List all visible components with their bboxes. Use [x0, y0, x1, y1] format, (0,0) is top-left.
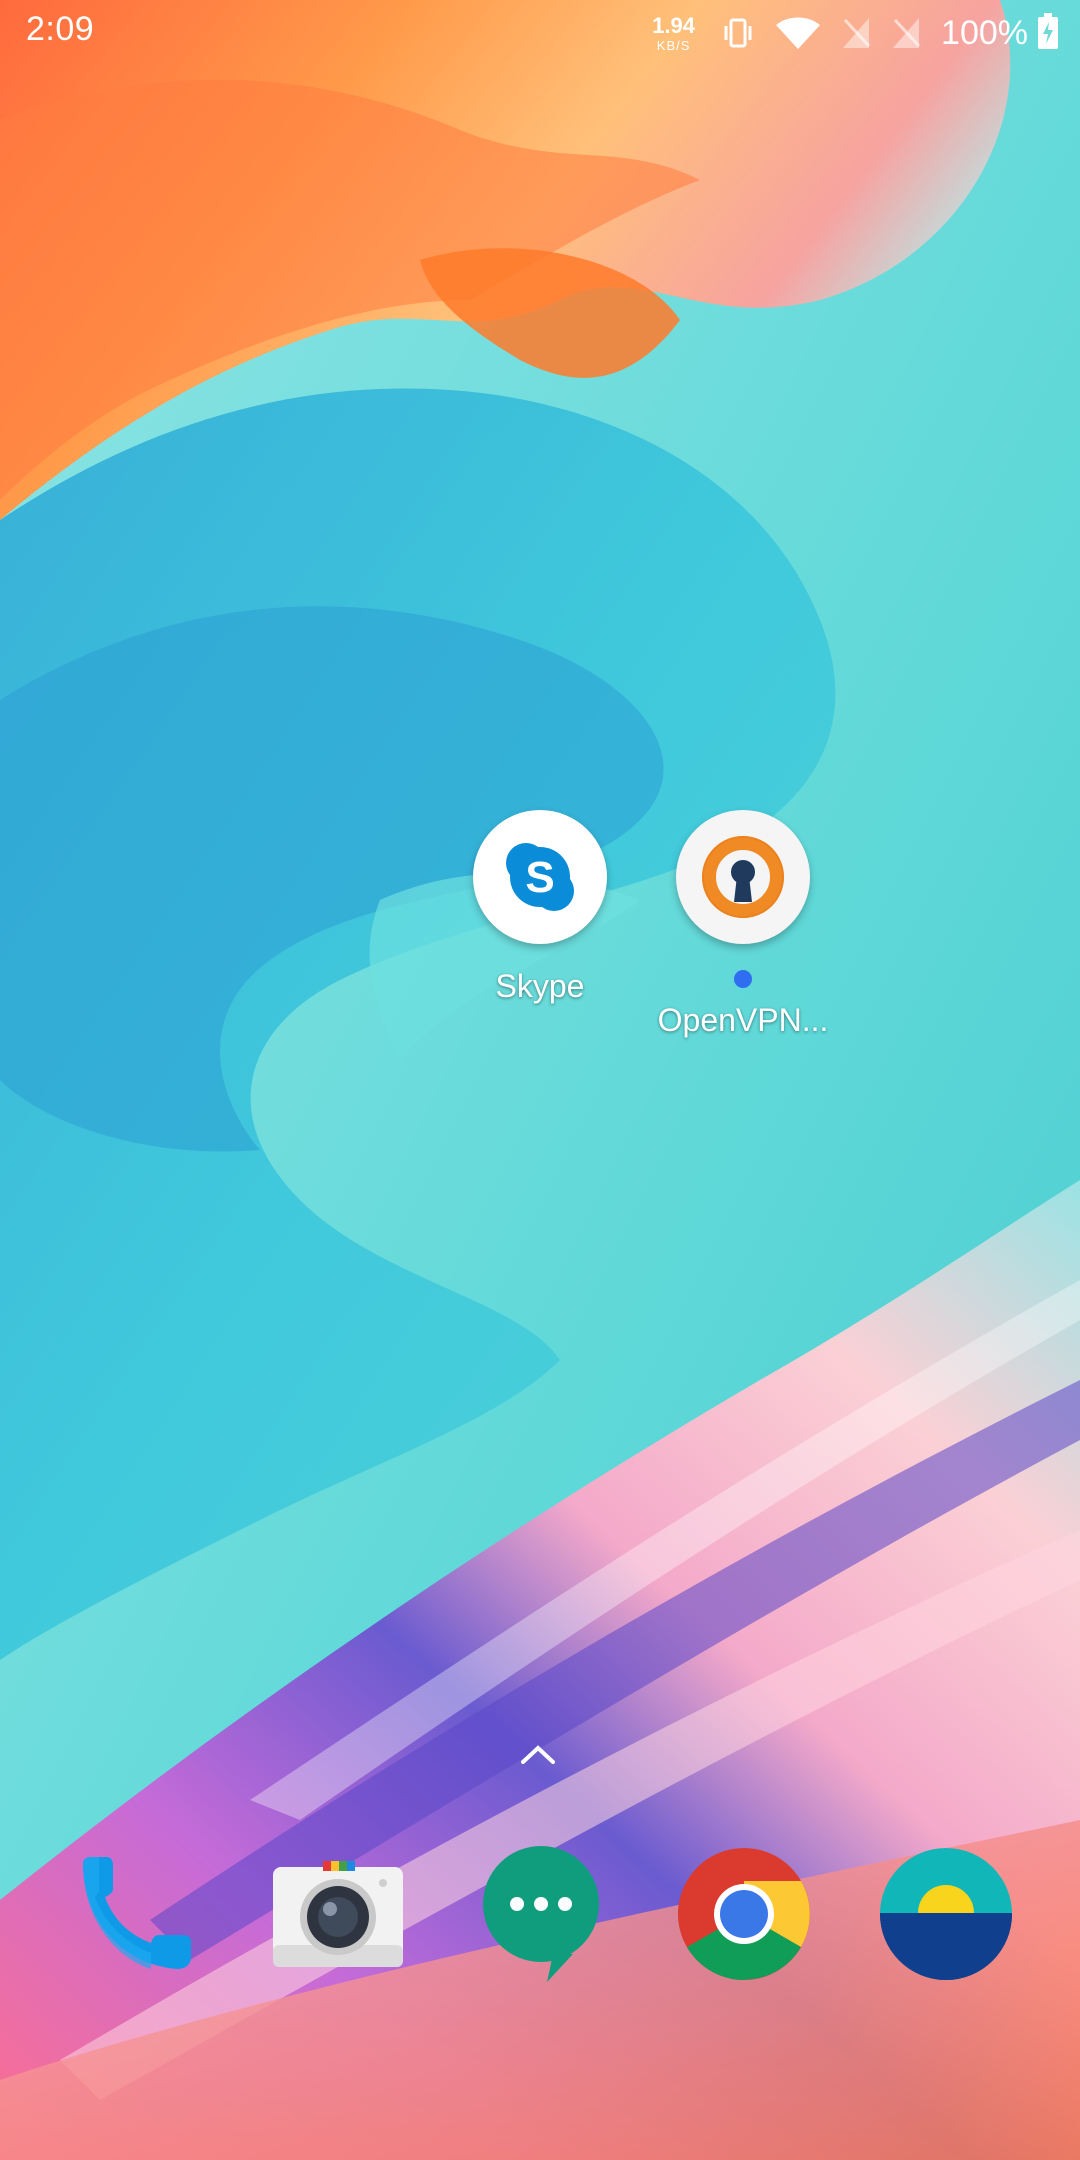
- weather-icon[interactable]: [879, 1847, 1013, 1986]
- dock-messaging[interactable]: [474, 1845, 610, 1984]
- app-openvpn[interactable]: OpenVPN...: [643, 810, 843, 1039]
- app-label-openvpn: OpenVPN...: [657, 1002, 829, 1038]
- network-speed: 1.94 KB/S: [652, 12, 696, 53]
- status-bar: 2:09 1.94 KB/S 100%: [0, 0, 1080, 64]
- wifi-icon: [775, 16, 821, 50]
- svg-text:S: S: [525, 853, 554, 902]
- camera-icon[interactable]: [271, 1859, 405, 1974]
- wallpaper: [0, 0, 1080, 2160]
- messages-icon[interactable]: [477, 1844, 607, 1989]
- skype-icon[interactable]: S: [473, 810, 607, 944]
- network-speed-value: 1.94: [652, 12, 696, 38]
- no-sim-icon: [891, 16, 921, 50]
- app-label-skype: Skype: [495, 968, 585, 1004]
- dock-chrome[interactable]: [676, 1847, 812, 1986]
- openvpn-icon[interactable]: [676, 810, 810, 944]
- clock: 2:09: [26, 10, 95, 48]
- dock-camera[interactable]: [270, 1848, 406, 1984]
- chrome-icon[interactable]: [677, 1847, 811, 1986]
- notification-dot: [734, 970, 752, 988]
- app-skype[interactable]: S Skype: [440, 810, 640, 1005]
- no-sim-icon: [841, 16, 871, 50]
- battery-percent: 100%: [941, 13, 1028, 52]
- network-speed-unit: KB/S: [656, 37, 691, 53]
- vibrate-icon: [721, 16, 755, 50]
- phone-icon[interactable]: [69, 1849, 199, 1984]
- dock-phone[interactable]: [66, 1848, 202, 1984]
- dock-weather[interactable]: [878, 1847, 1014, 1986]
- chevron-up-icon[interactable]: [518, 1740, 558, 1773]
- battery-charging-icon: [1038, 12, 1058, 54]
